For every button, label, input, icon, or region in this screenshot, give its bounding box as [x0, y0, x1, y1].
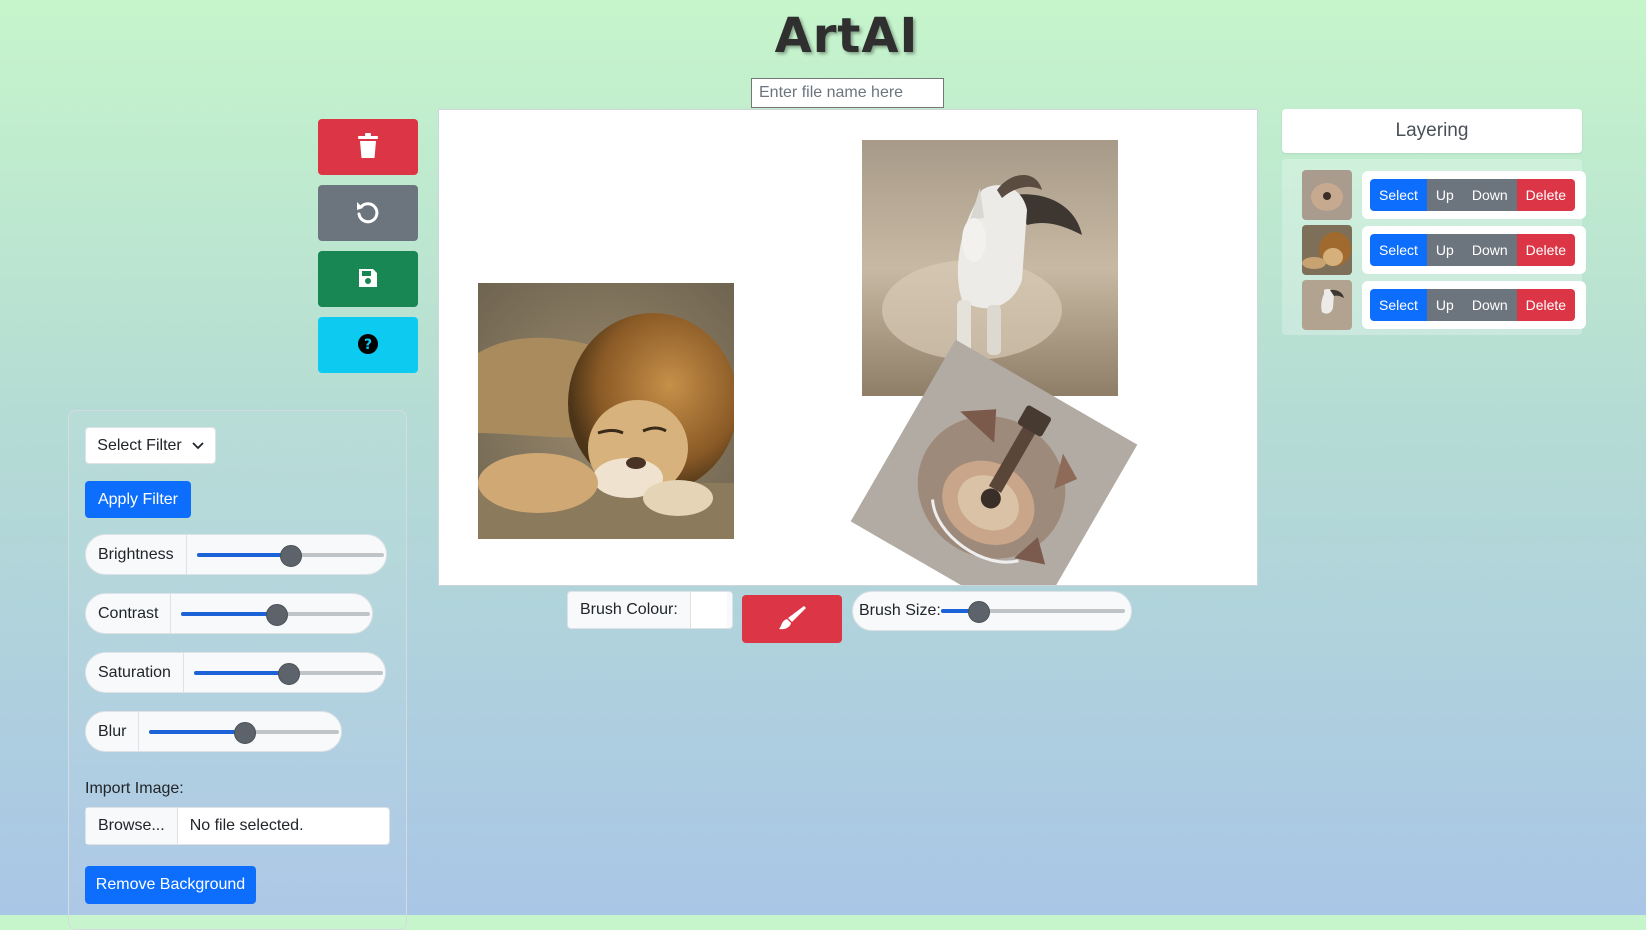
layer-thumbnail [1302, 225, 1352, 275]
layer-row: Select Up Down Delete [1302, 225, 1586, 275]
layer-up-button[interactable]: Up [1426, 234, 1463, 266]
help-button[interactable]: ? [318, 317, 418, 373]
canvas-image-horse[interactable] [862, 140, 1118, 396]
blur-slider[interactable] [149, 721, 339, 744]
file-input-group[interactable]: Browse... No file selected. [85, 807, 390, 845]
layer-thumbnail [1302, 280, 1352, 330]
brush-colour-swatch[interactable] [690, 592, 727, 628]
layer-delete-button[interactable]: Delete [1516, 234, 1576, 266]
saturation-label: Saturation [86, 653, 184, 692]
layering-title: Layering [1282, 109, 1582, 153]
brush-size-label: Brush Size: [859, 602, 941, 619]
select-filter-label: Select Filter [97, 436, 182, 454]
layer-down-button[interactable]: Down [1462, 179, 1517, 211]
brightness-slider[interactable] [196, 544, 384, 567]
save-button[interactable] [318, 251, 418, 307]
drawing-canvas[interactable] [438, 109, 1258, 586]
contrast-label: Contrast [86, 594, 172, 633]
remove-background-button[interactable]: Remove Background [85, 866, 256, 904]
svg-text:?: ? [364, 337, 372, 353]
layer-select-button[interactable]: Select [1370, 179, 1427, 211]
layering-list: Select Up Down Delete Select Up Down Del… [1282, 159, 1586, 335]
layer-up-button[interactable]: Up [1426, 289, 1463, 321]
brush-toggle-button[interactable] [742, 595, 842, 643]
layer-row: Select Up Down Delete [1302, 170, 1586, 220]
brush-colour-group: Brush Colour: [567, 591, 733, 629]
saturation-slider-group: Saturation [85, 652, 386, 693]
layer-down-button[interactable]: Down [1462, 234, 1517, 266]
layer-delete-button[interactable]: Delete [1516, 289, 1576, 321]
delete-button[interactable] [318, 119, 418, 175]
layer-select-button[interactable]: Select [1370, 289, 1427, 321]
layer-down-button[interactable]: Down [1462, 289, 1517, 321]
brightness-label: Brightness [86, 535, 187, 574]
paintbrush-icon [778, 605, 806, 634]
blur-label: Blur [86, 712, 140, 751]
browse-button[interactable]: Browse... [86, 808, 178, 844]
select-filter-dropdown[interactable]: Select Filter [85, 427, 216, 464]
apply-filter-button[interactable]: Apply Filter [85, 481, 191, 518]
trash-icon [356, 132, 380, 162]
question-circle-icon: ? [357, 333, 379, 358]
brightness-slider-group: Brightness [85, 534, 387, 575]
file-status: No file selected. [189, 817, 304, 834]
brush-size-slider[interactable] [940, 601, 1125, 623]
brush-colour-label: Brush Colour: [568, 592, 691, 628]
canvas-image-lion[interactable] [478, 283, 734, 539]
undo-icon [355, 199, 381, 228]
undo-button[interactable] [318, 185, 418, 241]
layer-delete-button[interactable]: Delete [1516, 179, 1576, 211]
saturation-slider[interactable] [193, 662, 383, 685]
filename-input[interactable] [751, 78, 944, 108]
layer-up-button[interactable]: Up [1426, 179, 1463, 211]
brush-size-group: Brush Size: [852, 591, 1132, 631]
app-title: ArtAI [774, 8, 919, 64]
layering-panel: Layering Select Up Down Delete Select Up… [1282, 109, 1586, 335]
layer-select-button[interactable]: Select [1370, 234, 1427, 266]
layer-thumbnail [1302, 170, 1352, 220]
save-icon [358, 268, 378, 291]
contrast-slider-group: Contrast [85, 593, 373, 634]
chevron-down-icon [192, 437, 204, 455]
blur-slider-group: Blur [85, 711, 342, 752]
contrast-slider[interactable] [181, 603, 370, 626]
layer-row: Select Up Down Delete [1302, 280, 1586, 330]
import-image-label: Import Image: [85, 780, 184, 797]
